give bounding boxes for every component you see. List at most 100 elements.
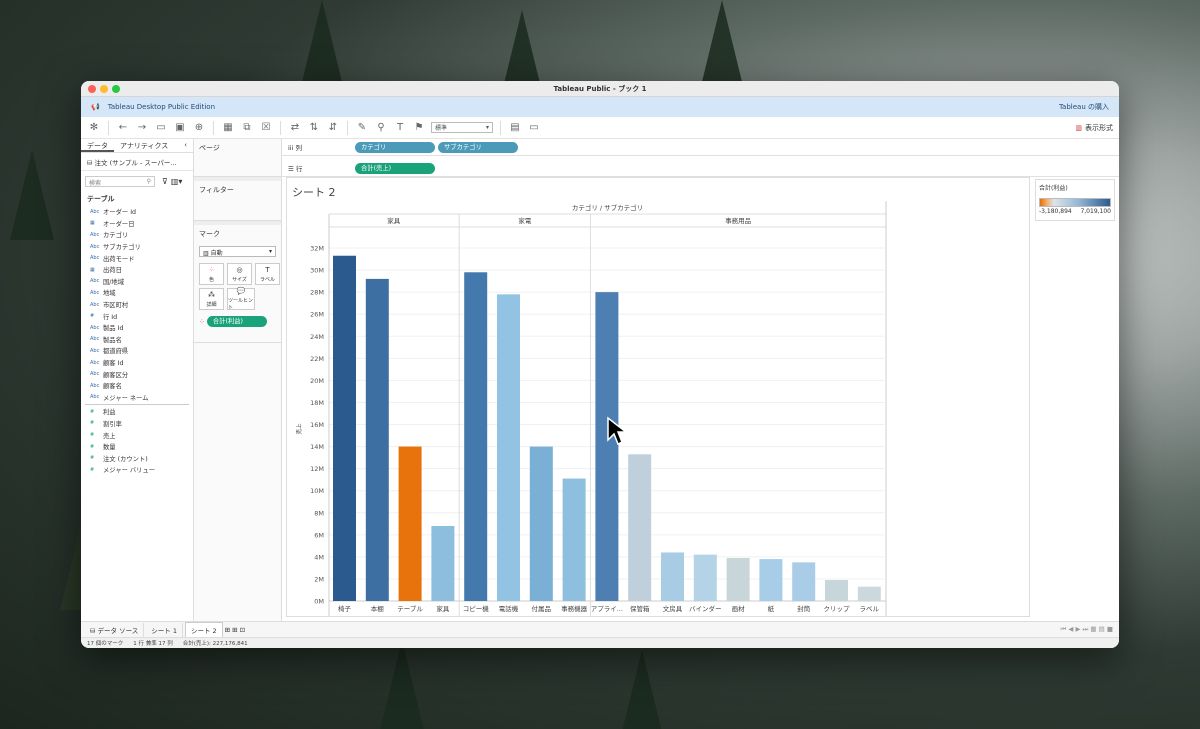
x-tick-label: 事務機器 bbox=[561, 604, 588, 613]
legend-max: 7,019,100 bbox=[1080, 208, 1111, 215]
size-button[interactable]: ◎ サイズ bbox=[227, 263, 252, 285]
status-sum: 合計(売上): 227,176,841 bbox=[182, 641, 248, 647]
sort-descending-icon[interactable]: ⇵ bbox=[326, 121, 340, 135]
color-dots-icon: ⁘ bbox=[199, 317, 205, 326]
number-icon: # bbox=[90, 420, 95, 427]
dimension-field[interactable]: Abc 国/地域 bbox=[81, 276, 193, 288]
dimension-field[interactable]: Abc 製品 Id bbox=[81, 322, 193, 334]
filter-icon[interactable]: ⊽ bbox=[162, 177, 168, 186]
marks-card: マーク ▥ 自動 ▾ ⁘ 色 ◎ サイズ T ラベル ⁂ 詳細 💬 ツールヒント ⁘ 合計… bbox=[194, 221, 281, 343]
sort-ascending-icon[interactable]: ⇅ bbox=[307, 121, 321, 135]
pin-icon[interactable]: ⚑ bbox=[412, 121, 426, 135]
filters-title: フィルター bbox=[199, 186, 234, 194]
dimension-field[interactable]: Abc カテゴリ bbox=[81, 229, 193, 241]
x-tick-label: 家具 bbox=[436, 604, 450, 613]
bar bbox=[661, 552, 684, 601]
field-name: サブカテゴリ bbox=[103, 244, 141, 252]
field-name: 行 Id bbox=[103, 313, 118, 321]
dimension-field[interactable]: Abc オーダー Id bbox=[81, 206, 193, 218]
dimension-field[interactable]: Abc 都道府県 bbox=[81, 345, 193, 357]
text-type-icon: Abc bbox=[90, 278, 100, 285]
label-button[interactable]: T ラベル bbox=[255, 263, 280, 285]
dimension-field[interactable]: Abc 顧客名 bbox=[81, 380, 193, 392]
tooltip-button[interactable]: 💬 ツールヒント bbox=[227, 287, 255, 311]
search-input[interactable]: 検索 ⚲ bbox=[85, 176, 155, 187]
dimension-field[interactable]: ▦ 出荷日 bbox=[81, 264, 193, 276]
background-tree bbox=[620, 650, 664, 729]
labels-icon[interactable]: T bbox=[393, 121, 407, 135]
measure-field[interactable]: # 利益 bbox=[81, 406, 193, 418]
highlight-icon[interactable]: ✎ bbox=[355, 121, 369, 135]
measure-field[interactable]: # 売上 bbox=[81, 429, 193, 441]
dimension-field[interactable]: Abc 出荷モード bbox=[81, 252, 193, 264]
bar bbox=[333, 255, 356, 602]
x-tick-label: 電話機 bbox=[499, 604, 519, 613]
dimension-field[interactable]: # 行 Id bbox=[81, 310, 193, 322]
rows-shelf[interactable]: ☰ 行 合計(売上) bbox=[282, 160, 1119, 177]
dimension-field[interactable]: Abc 地域 bbox=[81, 287, 193, 299]
text-type-icon: Abc bbox=[90, 394, 100, 401]
color-measure-pill[interactable]: 合計(利益) bbox=[206, 316, 267, 327]
presentation-icon[interactable]: ▭ bbox=[527, 121, 541, 135]
collapse-icon[interactable]: ‹ bbox=[178, 139, 193, 152]
field-name: 注文 (カウント) bbox=[103, 455, 148, 463]
group-icon[interactable]: ⚲ bbox=[374, 121, 388, 135]
dimension-field[interactable]: Abc 顧客区分 bbox=[81, 368, 193, 380]
dimension-field[interactable]: Abc メジャー ネーム bbox=[81, 392, 193, 404]
swap-icon[interactable]: ⇄ bbox=[288, 121, 302, 135]
show-me-button[interactable]: ▥ 表示形式 bbox=[1075, 123, 1113, 133]
background-tree bbox=[300, 0, 344, 90]
datasource-item[interactable]: ⛁ 注文 (サンプル - スーパー... bbox=[81, 153, 193, 171]
forward-arrow-icon[interactable]: → bbox=[135, 121, 149, 135]
buy-tableau-link[interactable]: Tableau の購入 bbox=[1059, 102, 1109, 112]
mark-type-dropdown[interactable]: ▥ 自動 ▾ bbox=[199, 246, 276, 257]
show-cards-icon[interactable]: ▤ bbox=[508, 121, 522, 135]
new-sheet-icon[interactable]: ▦ bbox=[221, 121, 235, 135]
background-tree bbox=[10, 150, 54, 240]
columns-shelf[interactable]: iii 列 カテゴリ サブカテゴリ bbox=[282, 139, 1119, 156]
tableau-logo-icon[interactable]: ✻ bbox=[87, 121, 101, 135]
clear-sheet-icon[interactable]: ☒ bbox=[259, 121, 273, 135]
category-pill[interactable]: カテゴリ bbox=[355, 141, 435, 153]
tab-data[interactable]: データ bbox=[81, 139, 114, 152]
dimension-field[interactable]: Abc サブカテゴリ bbox=[81, 241, 193, 253]
sheet2-tab[interactable]: シート 2 bbox=[184, 622, 223, 637]
new-dashboard-icon[interactable]: ⊞ bbox=[232, 626, 237, 634]
detail-button[interactable]: ⁂ 詳細 bbox=[199, 288, 224, 310]
new-datasource-icon[interactable]: ⊕ bbox=[192, 121, 206, 135]
sheet1-tab[interactable]: シート 1 bbox=[146, 622, 183, 637]
field-name: 割引率 bbox=[103, 420, 122, 428]
filters-card[interactable]: フィルター bbox=[194, 177, 281, 221]
measure-field[interactable]: # メジャー バリュー bbox=[81, 464, 193, 476]
view-options-icon[interactable]: ▥▾ bbox=[171, 177, 183, 186]
bar bbox=[398, 446, 422, 601]
measure-field[interactable]: # 割引率 bbox=[81, 418, 193, 430]
dimension-field[interactable]: Abc 市区町村 bbox=[81, 299, 193, 311]
redo-icon[interactable]: ▭ bbox=[154, 121, 168, 135]
dimension-field[interactable]: Abc 顧客 Id bbox=[81, 357, 193, 369]
pages-card[interactable]: ページ bbox=[194, 139, 281, 177]
field-name: カテゴリ bbox=[103, 232, 129, 240]
tab-nav-icon[interactable]: ⏮ ◀ ▶ ⏭ ▦ ▤ ■ bbox=[1060, 625, 1113, 634]
new-sheet-icon[interactable]: ⊞ bbox=[225, 626, 230, 634]
color-button[interactable]: ⁘ 色 bbox=[199, 263, 224, 285]
save-icon[interactable]: ▣ bbox=[173, 121, 187, 135]
tab-analytics[interactable]: アナリティクス bbox=[114, 139, 174, 152]
y-tick-label: 32M bbox=[310, 245, 324, 253]
subcategory-pill[interactable]: サブカテゴリ bbox=[438, 141, 518, 153]
dimension-field[interactable]: ▦ オーダー日 bbox=[81, 218, 193, 230]
field-name: 都道府県 bbox=[103, 348, 129, 356]
back-arrow-icon[interactable]: ← bbox=[116, 121, 130, 135]
measure-field[interactable]: # 数量 bbox=[81, 441, 193, 453]
y-tick-label: 26M bbox=[310, 311, 324, 319]
bar-chart: カテゴリ / サブカテゴリ 0M 2M 4M 6M 8M 10M 12M 14M 16M 18M 20… bbox=[295, 201, 887, 616]
new-story-icon[interactable]: ⊡ bbox=[240, 626, 245, 634]
measure-field[interactable]: # 注文 (カウント) bbox=[81, 452, 193, 464]
y-tick-label: 22M bbox=[310, 355, 324, 363]
fit-dropdown[interactable]: 標準 ▾ bbox=[431, 122, 493, 133]
duplicate-icon[interactable]: ⧉ bbox=[240, 121, 254, 135]
sales-pill[interactable]: 合計(売上) bbox=[355, 162, 435, 174]
dimension-field[interactable]: Abc 製品名 bbox=[81, 334, 193, 346]
datasource-tab[interactable]: ⛁ データ ソース bbox=[85, 622, 145, 637]
field-name: 国/地域 bbox=[103, 278, 125, 286]
